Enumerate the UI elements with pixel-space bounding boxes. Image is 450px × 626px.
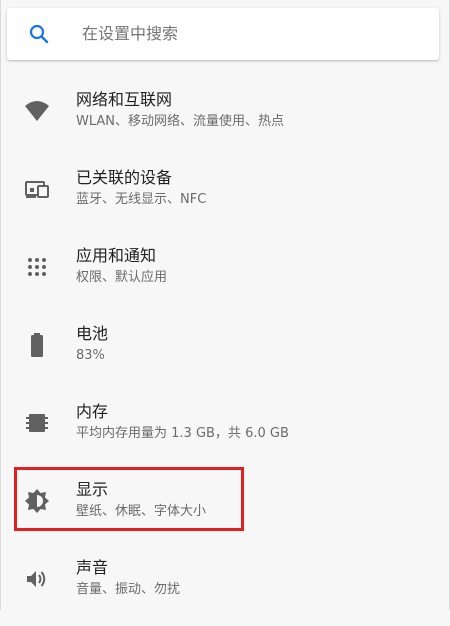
connected-devices-icon (25, 181, 49, 198)
settings-item-sound[interactable]: 声音 音量、振动、勿扰 (1, 548, 449, 626)
settings-item-display[interactable]: 显示 壁纸、休眠、字体大小 (1, 470, 449, 548)
settings-item-subtitle: 83% (76, 348, 105, 363)
wifi-icon (25, 101, 49, 121)
settings-item-title: 电池 (76, 324, 109, 343)
settings-item-memory[interactable]: 内存 平均内存用量为 1.3 GB，共 6.0 GB (1, 392, 449, 470)
settings-item-title: 声音 (76, 558, 109, 577)
settings-item-battery[interactable]: 电池 83% (1, 314, 449, 392)
memory-icon (26, 414, 48, 432)
apps-grid-icon (28, 258, 46, 276)
settings-item-subtitle: 音量、振动、勿扰 (76, 582, 181, 597)
settings-item-title: 应用和通知 (76, 246, 157, 265)
search-input[interactable]: 在设置中搜索 (82, 23, 178, 45)
battery-icon (31, 333, 43, 357)
search-icon (29, 24, 49, 44)
settings-item-connected-devices[interactable]: 已关联的设备 蓝牙、无线显示、NFC (1, 158, 449, 236)
search-bar[interactable]: 在设置中搜索 (7, 8, 439, 60)
settings-item-subtitle: WLAN、移动网络、流量使用、热点 (76, 114, 285, 129)
settings-item-title: 显示 (76, 480, 109, 499)
settings-item-network[interactable]: 网络和互联网 WLAN、移动网络、流量使用、热点 (1, 80, 449, 158)
settings-item-title: 内存 (76, 402, 109, 421)
settings-screen: 在设置中搜索 网络和互联网 WLAN、移动网络、流量使用、热点 已关联的设备 蓝… (0, 0, 450, 610)
settings-item-subtitle: 壁纸、休眠、字体大小 (76, 504, 207, 519)
settings-item-subtitle: 平均内存用量为 1.3 GB，共 6.0 GB (76, 426, 289, 441)
settings-item-title: 网络和互联网 (76, 90, 173, 109)
settings-item-subtitle: 权限、默认应用 (76, 270, 168, 285)
volume-icon (27, 571, 46, 587)
settings-item-apps[interactable]: 应用和通知 权限、默认应用 (1, 236, 449, 314)
brightness-icon (25, 489, 49, 513)
settings-item-subtitle: 蓝牙、无线显示、NFC (76, 192, 207, 207)
settings-item-title: 已关联的设备 (76, 168, 173, 187)
